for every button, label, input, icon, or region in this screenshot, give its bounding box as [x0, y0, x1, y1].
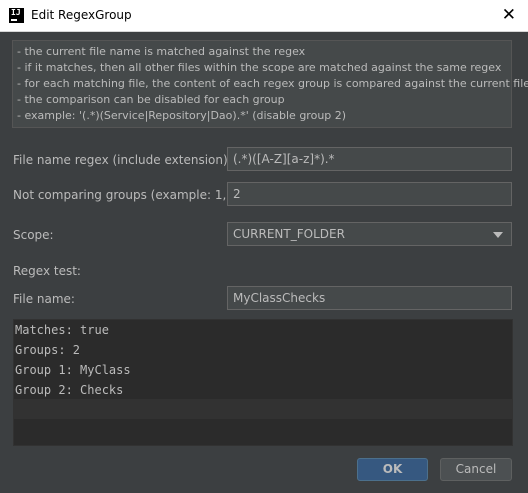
result-line: Group 1: MyClass [15, 363, 131, 377]
scope-dropdown[interactable]: CURRENT_FOLDER [227, 222, 512, 246]
description-line: - if it matches, then all other files wi… [17, 61, 502, 74]
description-line: - the comparison can be disabled for eac… [17, 93, 285, 106]
description-line: - example: '(.*)(Service|Repository|Dao)… [17, 109, 347, 122]
close-icon[interactable]: ✕ [502, 4, 516, 26]
description-panel: - the current file name is matched again… [12, 40, 528, 128]
window-title: Edit RegexGroup [31, 8, 132, 22]
cancel-button[interactable]: Cancel [440, 458, 512, 481]
scope-label: Scope: [13, 228, 54, 242]
scope-selected-value: CURRENT_FOLDER [233, 227, 345, 241]
not-comparing-groups-input[interactable]: 2 [227, 182, 512, 206]
result-line: Matches: true [15, 323, 109, 337]
intellij-icon: IJ [9, 8, 24, 23]
file-name-regex-label: File name regex (include extension): [13, 153, 232, 167]
description-line: - the current file name is matched again… [17, 45, 306, 58]
test-file-name-input[interactable]: MyClassChecks [227, 286, 512, 310]
regex-test-section-label: Regex test: [13, 264, 81, 278]
chevron-down-icon [493, 232, 503, 238]
result-line: Groups: 2 [15, 343, 81, 357]
test-file-name-label: File name: [13, 292, 75, 306]
title-bar: IJ Edit RegexGroup ✕ [0, 0, 528, 32]
result-line: Group 2: Checks [15, 383, 124, 397]
file-name-regex-input[interactable]: (.*)([A-Z][a-z]*).* [227, 147, 512, 171]
regex-test-result-area[interactable]: Matches: true Groups: 2 Group 1: MyClass… [13, 319, 513, 446]
current-line-highlight [14, 399, 512, 419]
not-comparing-groups-label: Not comparing groups (example: 1,2): [13, 188, 243, 202]
ok-button[interactable]: OK [357, 458, 428, 481]
description-line: - for each matching file, the content of… [17, 77, 528, 90]
